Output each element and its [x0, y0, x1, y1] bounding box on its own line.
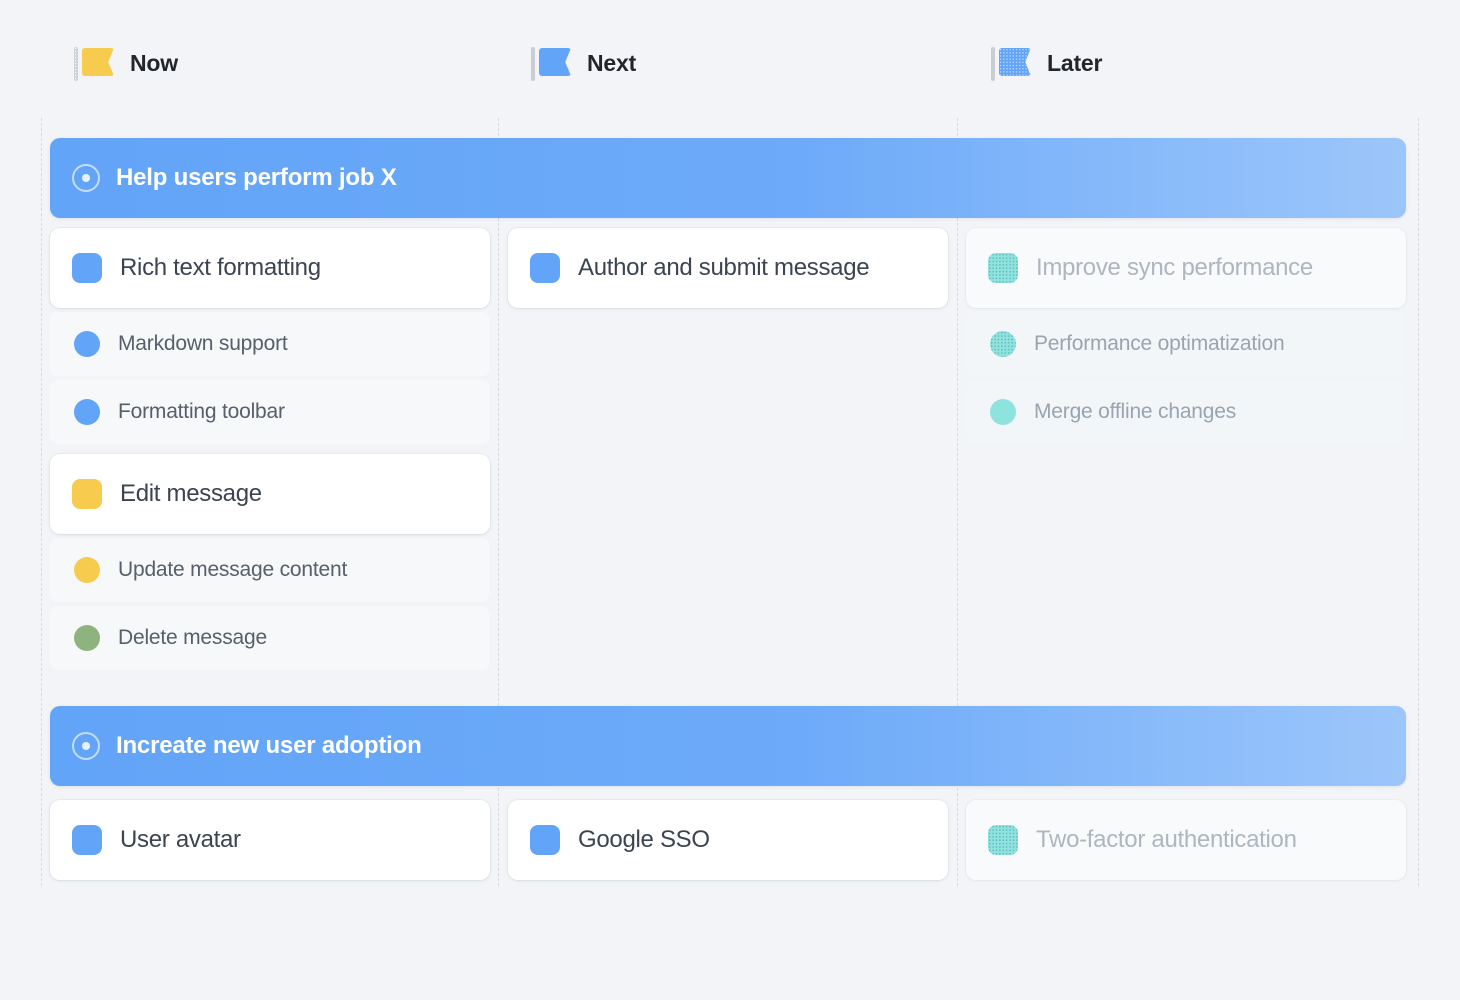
status-marker-icon: [530, 825, 560, 855]
feature-card-label: Rich text formatting: [120, 254, 321, 281]
subtask-label: Delete message: [118, 626, 267, 649]
subtask-label: Performance optimatization: [1034, 332, 1285, 355]
feature-card-two-factor-authentication[interactable]: Two-factor authentication: [966, 800, 1406, 880]
flag-icon-blue: [531, 45, 573, 81]
feature-group-edit-message: Edit message Update message content Dele…: [50, 454, 490, 670]
subtask-label: Update message content: [118, 558, 348, 581]
goal-label: Increate new user adoption: [116, 732, 422, 759]
status-marker-icon: [74, 399, 100, 425]
status-marker-icon: [72, 825, 102, 855]
goal-bar-help-users-perform-job-x[interactable]: Help users perform job X: [50, 138, 1406, 218]
column-header-now[interactable]: Now: [74, 44, 178, 82]
feature-group-rich-text-formatting: Rich text formatting Markdown support Fo…: [50, 228, 490, 444]
feature-card-improve-sync-performance[interactable]: Improve sync performance: [966, 228, 1406, 308]
feature-card-label: Two-factor authentication: [1036, 826, 1297, 853]
subtask-label: Markdown support: [118, 332, 288, 355]
column-headers: Now Next Later: [0, 0, 1460, 112]
feature-card-label: Google SSO: [578, 826, 710, 853]
feature-card-label: Author and submit message: [578, 254, 870, 281]
subtask-row-formatting-toolbar[interactable]: Formatting toolbar: [50, 380, 490, 444]
status-marker-icon: [74, 557, 100, 583]
goal-bar-increate-new-user-adoption[interactable]: Increate new user adoption: [50, 706, 1406, 786]
column-title-now: Now: [130, 49, 178, 76]
feature-card-rich-text-formatting[interactable]: Rich text formatting: [50, 228, 490, 308]
status-marker-icon: [530, 253, 560, 283]
goal-label: Help users perform job X: [116, 164, 397, 191]
column-now-goal-1: Rich text formatting Markdown support Fo…: [50, 228, 490, 680]
subtask-label: Formatting toolbar: [118, 400, 285, 423]
subtask-row-update-message-content[interactable]: Update message content: [50, 538, 490, 602]
column-next-goal-1: Author and submit message: [508, 228, 948, 318]
column-later-goal-2: Two-factor authentication: [966, 800, 1406, 884]
feature-card-google-sso[interactable]: Google SSO: [508, 800, 948, 880]
subtask-row-merge-offline-changes[interactable]: Merge offline changes: [966, 380, 1406, 444]
feature-card-author-and-submit-message[interactable]: Author and submit message: [508, 228, 948, 308]
feature-card-edit-message[interactable]: Edit message: [50, 454, 490, 534]
roadmap-board: Now Next Later Help users perform job X: [0, 0, 1460, 1000]
status-marker-icon: [988, 825, 1018, 855]
flag-icon-yellow: [74, 45, 116, 81]
status-marker-icon: [74, 331, 100, 357]
subtask-row-delete-message[interactable]: Delete message: [50, 606, 490, 670]
status-marker-icon: [72, 479, 102, 509]
target-icon: [72, 164, 100, 192]
status-marker-icon: [990, 331, 1016, 357]
status-marker-icon: [988, 253, 1018, 283]
feature-card-label: User avatar: [120, 826, 241, 853]
flag-icon-blue-dotted: [991, 45, 1033, 81]
subtask-row-performance-optimatization[interactable]: Performance optimatization: [966, 312, 1406, 376]
target-icon: [72, 732, 100, 760]
column-later-goal-1: Improve sync performance Performance opt…: [966, 228, 1406, 454]
feature-group-author-and-submit-message: Author and submit message: [508, 228, 948, 308]
status-marker-icon: [72, 253, 102, 283]
status-marker-icon: [74, 625, 100, 651]
subtask-label: Merge offline changes: [1034, 400, 1237, 423]
column-next-goal-2: Google SSO: [508, 800, 948, 884]
status-marker-icon: [990, 399, 1016, 425]
column-title-next: Next: [587, 49, 637, 76]
column-title-later: Later: [1047, 49, 1103, 76]
column-now-goal-2: User avatar: [50, 800, 490, 884]
subtask-row-markdown-support[interactable]: Markdown support: [50, 312, 490, 376]
column-header-next[interactable]: Next: [531, 44, 636, 82]
feature-group-improve-sync-performance: Improve sync performance Performance opt…: [966, 228, 1406, 444]
feature-card-user-avatar[interactable]: User avatar: [50, 800, 490, 880]
feature-card-label: Edit message: [120, 480, 262, 507]
column-header-later[interactable]: Later: [991, 44, 1102, 82]
feature-card-label: Improve sync performance: [1036, 254, 1313, 281]
